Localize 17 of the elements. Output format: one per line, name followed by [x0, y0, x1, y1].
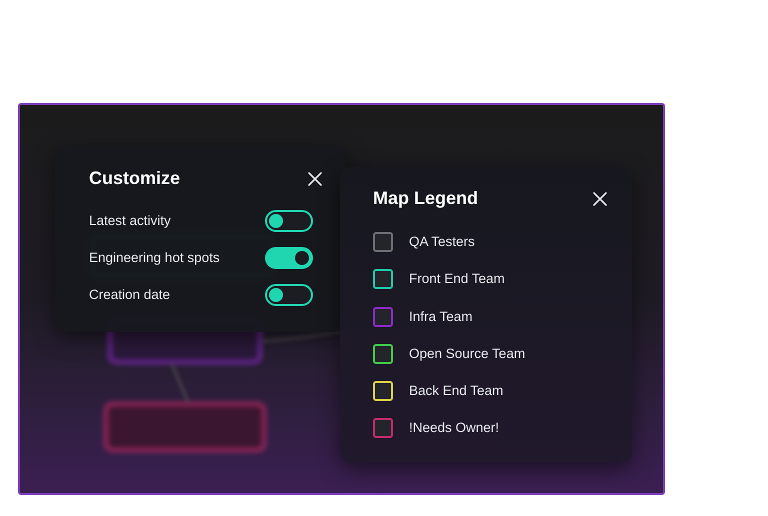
- toggle-switch[interactable]: [265, 210, 313, 232]
- legend-label: Infra Team: [409, 308, 473, 326]
- legend-label: !Needs Owner!: [409, 419, 500, 438]
- close-icon[interactable]: [592, 190, 608, 206]
- panel-title: Customize: [89, 167, 180, 190]
- legend-label: QA Testers: [409, 233, 475, 251]
- connector-line: [170, 364, 190, 402]
- option-label: Engineering hot spots: [89, 248, 220, 267]
- toggle-switch[interactable]: [265, 247, 313, 269]
- panel-title: Map Legend: [373, 187, 478, 210]
- toggle-switch[interactable]: [265, 284, 313, 306]
- legend-label: Front End Team: [409, 270, 505, 288]
- option-label: Creation date: [89, 286, 170, 304]
- close-icon[interactable]: [307, 170, 323, 186]
- legend-label: Back End Team: [409, 382, 504, 400]
- option-label: Latest activity: [89, 212, 171, 230]
- legend-label: Open Source Team: [409, 344, 526, 363]
